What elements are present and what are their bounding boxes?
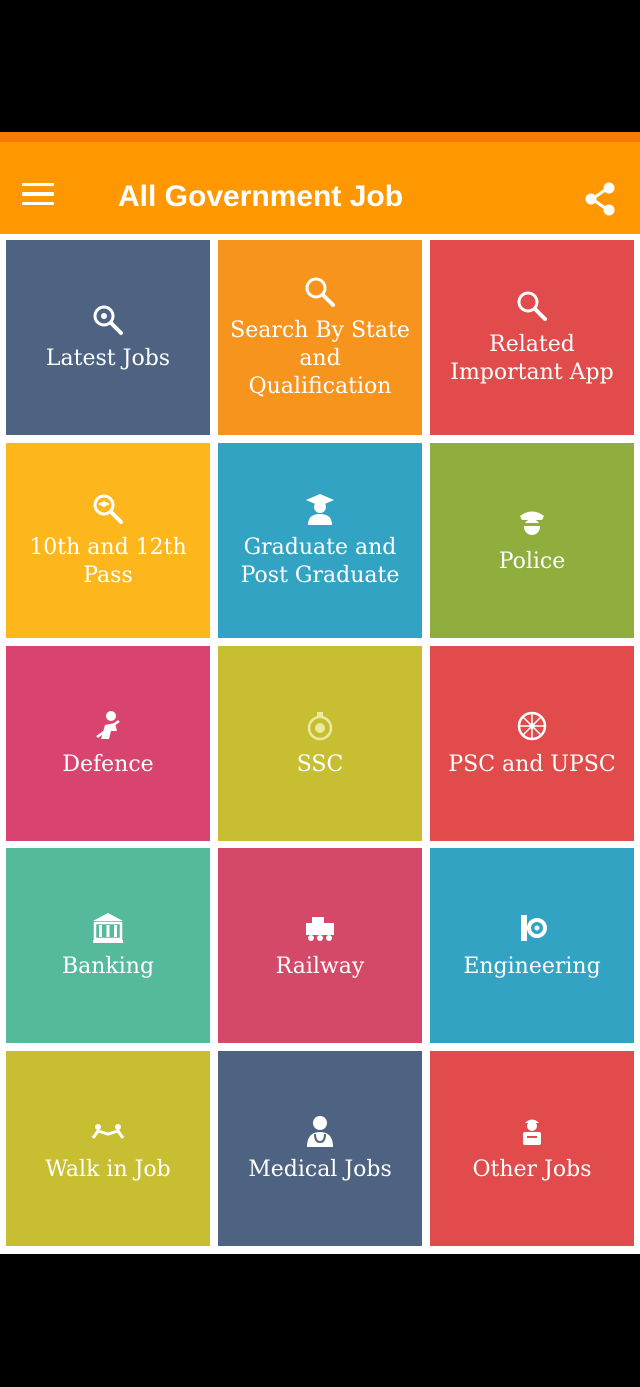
tile-label: Walk in Job	[45, 1156, 171, 1182]
emblem-icon	[303, 709, 337, 743]
tile-label: Search By State and Qualification	[230, 317, 410, 399]
tile-10th-12th-pass[interactable]: 10th and 12th Pass	[6, 443, 210, 638]
tile-label: SSC	[296, 751, 344, 777]
tile-label: Other Jobs	[472, 1156, 592, 1182]
handshake-icon	[91, 1114, 125, 1148]
tile-medical-jobs[interactable]: Medical Jobs	[218, 1051, 422, 1246]
tile-railway[interactable]: Railway	[218, 848, 422, 1043]
tile-psc-upsc[interactable]: PSC and UPSC	[430, 646, 634, 841]
status-bar	[0, 0, 640, 132]
graduate-icon	[303, 492, 337, 526]
tile-defence[interactable]: Defence	[6, 646, 210, 841]
bank-icon	[91, 911, 125, 945]
worker-icon	[515, 1114, 549, 1148]
tile-search-by-state[interactable]: Search By State and Qualification	[218, 240, 422, 435]
app-bar: All Government Job	[0, 132, 640, 234]
tile-graduate-post-graduate[interactable]: Graduate and Post Graduate	[218, 443, 422, 638]
tile-label: Railway	[275, 953, 365, 979]
tile-banking[interactable]: Banking	[6, 848, 210, 1043]
tile-related-important-app[interactable]: Related Important App	[430, 240, 634, 435]
search-icon	[303, 275, 337, 309]
tile-label: Police	[498, 548, 566, 574]
tile-engineering[interactable]: Engineering	[430, 848, 634, 1043]
tile-label: Engineering	[463, 953, 601, 979]
ashoka-chakra-icon	[515, 709, 549, 743]
train-icon	[303, 911, 337, 945]
tile-label: Related Important App	[450, 331, 614, 385]
tile-label: Defence	[62, 751, 154, 777]
tile-other-jobs[interactable]: Other Jobs	[430, 1051, 634, 1246]
tile-walk-in-job[interactable]: Walk in Job	[6, 1051, 210, 1246]
search-graduation-icon	[91, 492, 125, 526]
hamburger-menu-icon[interactable]	[22, 174, 70, 214]
tile-label: 10th and 12th Pass	[29, 534, 187, 588]
tile-label: Latest Jobs	[45, 345, 171, 371]
tile-label: Banking	[61, 953, 155, 979]
tile-ssc[interactable]: SSC	[218, 646, 422, 841]
search-plus-icon	[91, 303, 125, 337]
engineering-tools-icon	[515, 911, 549, 945]
soldier-icon	[91, 709, 125, 743]
doctor-icon	[303, 1114, 337, 1148]
tile-label: PSC and UPSC	[448, 751, 616, 777]
tile-latest-jobs[interactable]: Latest Jobs	[6, 240, 210, 435]
tile-label: Graduate and Post Graduate	[240, 534, 400, 588]
job-category-grid: Latest Jobs Search By State and Qualific…	[0, 234, 640, 1254]
share-icon[interactable]	[582, 180, 620, 218]
tile-label: Medical Jobs	[248, 1156, 392, 1182]
tile-police[interactable]: Police	[430, 443, 634, 638]
search-icon	[515, 289, 549, 323]
police-officer-icon	[515, 506, 549, 540]
navigation-bar	[0, 1254, 640, 1387]
app-title: All Government Job	[118, 180, 404, 213]
